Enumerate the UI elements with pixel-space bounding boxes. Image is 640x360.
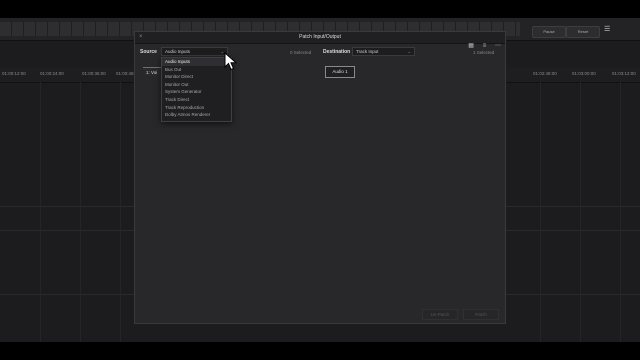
- grid-line: [580, 82, 581, 342]
- destination-label: Destination: [323, 49, 351, 55]
- timecode-label: 01:00:36:00: [82, 71, 106, 76]
- chevron-down-icon: ⌄: [407, 49, 411, 54]
- mouse-pointer-icon: [224, 52, 238, 71]
- timecode-label: 01:02:48:00: [533, 71, 557, 76]
- list-view-icon[interactable]: ≡: [482, 43, 488, 49]
- source-selected-count: 0 Selected: [290, 50, 312, 55]
- dropdown-item-system-generator[interactable]: System Generator: [162, 88, 231, 96]
- unpatch-button[interactable]: Un-Patch: [422, 309, 458, 320]
- patch-button[interactable]: Patch: [463, 309, 499, 320]
- settings-sliders-icon[interactable]: ☰: [604, 26, 612, 33]
- source-select[interactable]: Audio Inputs ⌄: [161, 47, 228, 56]
- source-select-value: Audio Inputs: [165, 49, 191, 54]
- timecode-label: 01:03:12:00: [612, 71, 636, 76]
- dropdown-item-monitor-direct[interactable]: Monitor Direct: [162, 73, 231, 81]
- source-label: Source: [140, 49, 157, 55]
- destination-select[interactable]: Track Input ⌄: [352, 47, 415, 56]
- dropdown-item-audio-inputs[interactable]: Audio Inputs: [162, 58, 231, 66]
- timecode-label: 01:03:00:00: [572, 71, 596, 76]
- close-icon[interactable]: ×: [139, 34, 143, 41]
- destination-selected-count: 1 Selected: [473, 50, 495, 55]
- source-channel-chip[interactable]: 1: Voi: [143, 67, 161, 76]
- dialog-title: Patch Input/Output: [299, 34, 341, 40]
- reset-button[interactable]: Reset: [566, 26, 600, 38]
- timecode-label: 01:00:12:00: [2, 71, 26, 76]
- dropdown-item-track-direct[interactable]: Track Direct: [162, 96, 231, 104]
- destination-channel-chip[interactable]: Audio 1: [325, 66, 355, 78]
- dropdown-item-bus-out[interactable]: Bus Out: [162, 66, 231, 74]
- pause-button[interactable]: Pause: [532, 26, 566, 38]
- source-dropdown-menu: Audio Inputs Bus Out Monitor Direct Moni…: [161, 57, 232, 122]
- dropdown-item-track-reproduction[interactable]: Track Reproduction: [162, 104, 231, 112]
- dropdown-item-monitor-out[interactable]: Monitor Out: [162, 81, 231, 89]
- more-options-icon[interactable]: ⋯: [495, 43, 501, 49]
- dropdown-item-dolby-atmos-renderer[interactable]: Dolby Atmos Renderer: [162, 111, 231, 119]
- dialog-title-bar: Patch Input/Output: [135, 32, 505, 44]
- grid-line: [540, 82, 541, 342]
- grid-view-icon[interactable]: ▦: [468, 43, 474, 49]
- view-toggle-group: ▦ ≡ ⋯: [465, 34, 501, 49]
- grid-line: [120, 82, 121, 342]
- grid-line: [40, 82, 41, 342]
- grid-line: [80, 82, 81, 342]
- destination-select-value: Track Input: [356, 49, 379, 54]
- grid-line: [620, 82, 621, 342]
- timecode-label: 01:00:24:00: [40, 71, 64, 76]
